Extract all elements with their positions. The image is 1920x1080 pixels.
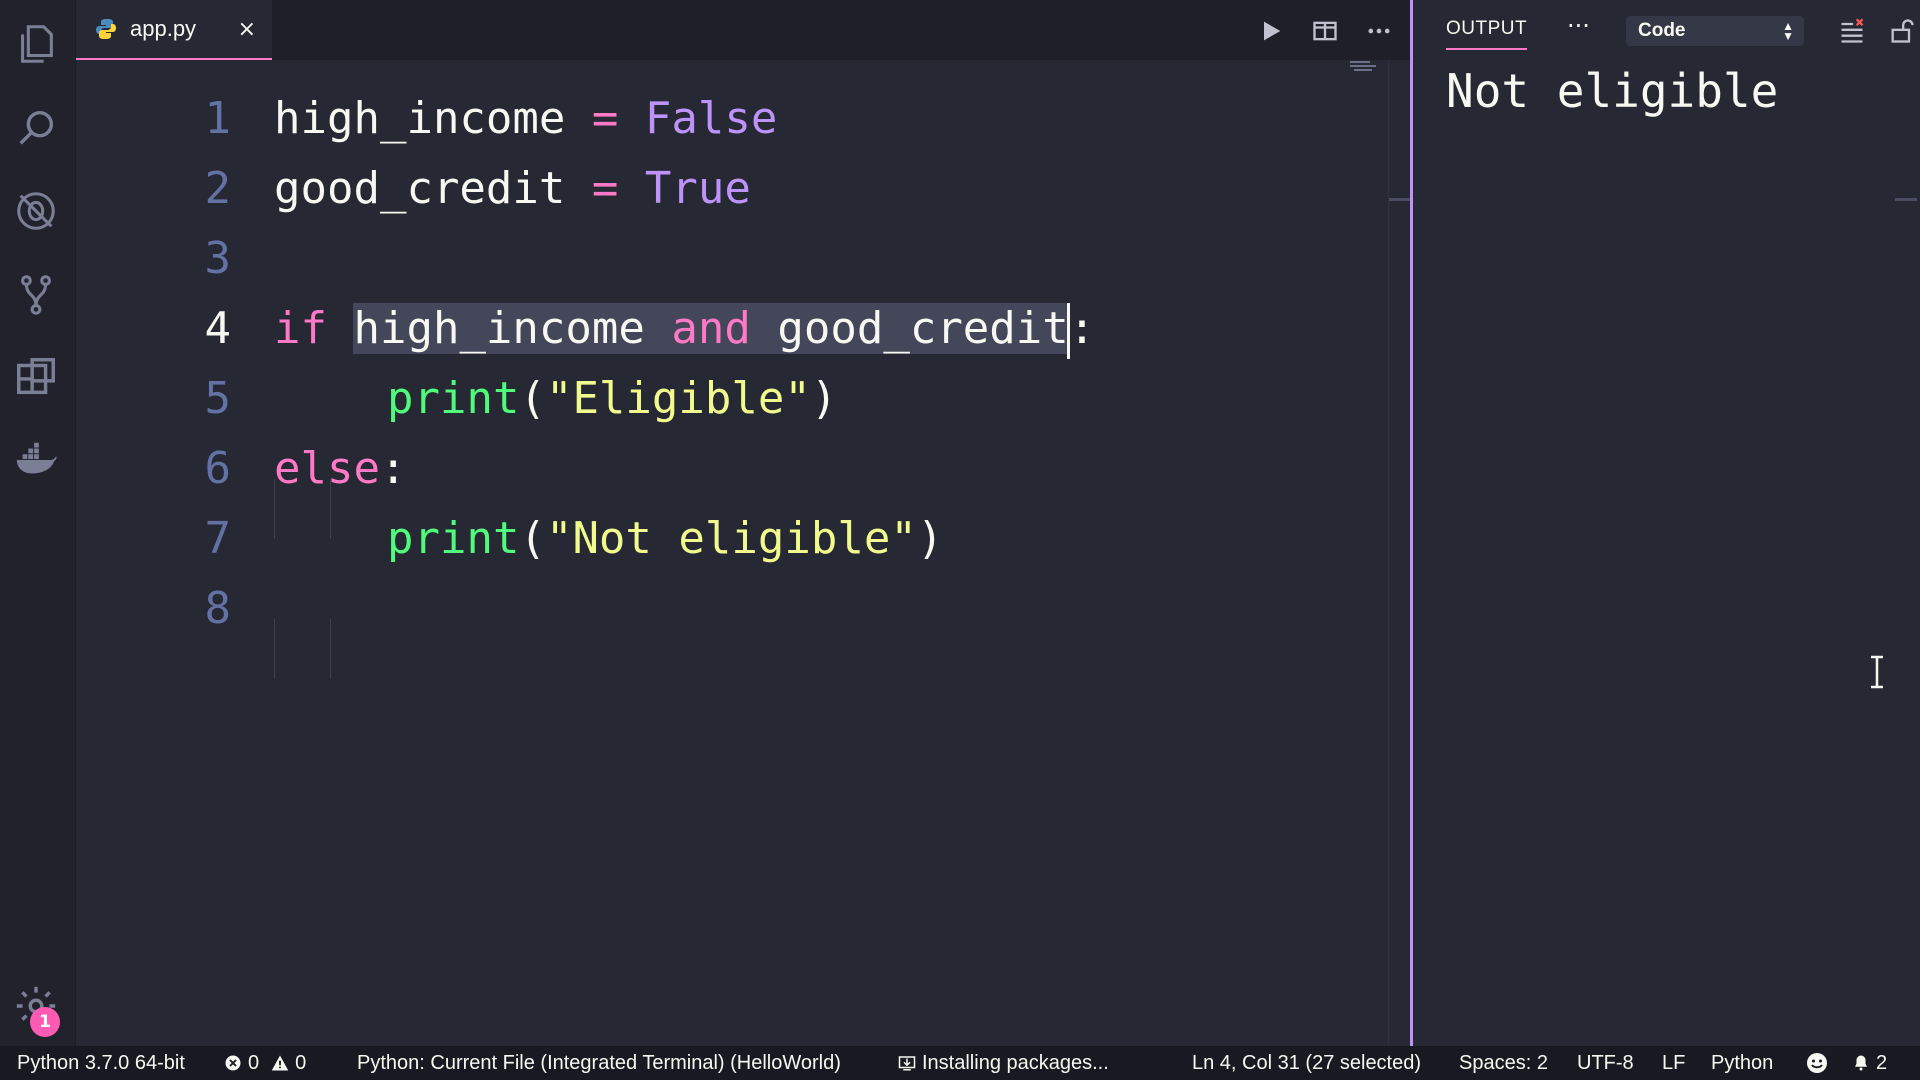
indent-guide [274, 479, 275, 539]
status-notifications[interactable]: 2 [1852, 1046, 1887, 1080]
source-control-icon[interactable] [10, 268, 62, 320]
line-number: 6 [204, 443, 232, 494]
line-number: 5 [204, 373, 232, 424]
line-number: 7 [204, 513, 232, 564]
feedback-smiley-icon[interactable] [1805, 1046, 1835, 1080]
line-number: 4 [204, 303, 232, 354]
activity-bar: 1 [0, 0, 76, 1046]
code-line-4: 4 if high_income and good_credit: [76, 294, 1376, 364]
line-number: 8 [204, 583, 232, 634]
panel-ruler-mark [1895, 198, 1917, 201]
code-editor[interactable]: 1 high_income = False 2 good_credit = Tr… [76, 60, 1410, 1046]
select-arrows-icon: ▲ ▼ [1782, 19, 1794, 43]
tab-label: app.py [130, 16, 197, 41]
output-channel-select[interactable]: Code ▲ ▼ [1626, 16, 1804, 46]
status-debug-config[interactable]: Python: Current File (Integrated Termina… [357, 1046, 841, 1080]
editor-tab-bar: app.py × [76, 0, 1410, 60]
error-icon [225, 1055, 241, 1071]
search-icon[interactable] [10, 102, 62, 154]
code-line-1: 1 high_income = False [76, 84, 1376, 154]
code-line-7: 7 print("Not eligible") [76, 504, 1376, 574]
status-indentation[interactable]: Spaces: 2 [1459, 1046, 1548, 1080]
code-line-6: 6 else: [76, 434, 1376, 504]
status-eol[interactable]: LF [1662, 1046, 1685, 1080]
code-line-2: 2 good_credit = True [76, 154, 1376, 224]
indent-guide [274, 619, 275, 679]
code-line-8: 8 [76, 574, 1376, 644]
text-selection: high_income and good_credit [353, 303, 1069, 354]
status-task[interactable]: Installing packages... [898, 1046, 1109, 1080]
indent-guide [330, 619, 331, 679]
ibeam-cursor-icon [1871, 655, 1883, 689]
output-text: Not eligible [1446, 64, 1779, 118]
status-cursor-position[interactable]: Ln 4, Col 31 (27 selected) [1192, 1046, 1421, 1080]
line-number: 2 [204, 163, 232, 214]
status-language[interactable]: Python [1711, 1046, 1773, 1080]
python-file-icon [96, 19, 116, 39]
panel-more-icon[interactable]: ··· [1567, 12, 1590, 40]
warning-icon [271, 1055, 289, 1071]
indent-guide [330, 479, 331, 539]
settings-badge: 1 [30, 1007, 60, 1037]
overview-ruler-mark [1389, 198, 1411, 201]
status-problems[interactable]: 0 0 [224, 1046, 306, 1080]
line-number: 1 [204, 93, 232, 144]
download-icon [898, 1056, 916, 1071]
split-editor-icon[interactable] [1308, 14, 1342, 48]
debug-icon[interactable] [10, 185, 62, 237]
more-actions-icon[interactable] [1362, 14, 1396, 48]
panel-header: OUTPUT ··· Code ▲ ▼ [1413, 0, 1920, 60]
docker-icon[interactable] [10, 434, 62, 486]
line-number: 3 [204, 233, 232, 284]
run-icon[interactable] [1254, 14, 1288, 48]
status-bar: Python 3.7.0 64-bit 0 0 Python: Current … [0, 1046, 1920, 1080]
status-encoding[interactable]: UTF-8 [1577, 1046, 1634, 1080]
tab-app-py[interactable]: app.py × [76, 0, 272, 60]
code-line-3: 3 [76, 224, 1376, 294]
minimap[interactable] [1350, 60, 1380, 74]
clear-output-icon[interactable] [1837, 16, 1867, 46]
overview-ruler [1388, 60, 1411, 1046]
lock-scroll-icon[interactable] [1887, 16, 1917, 46]
code-line-5: 5 print("Eligible") [76, 364, 1376, 434]
explorer-icon[interactable] [10, 18, 62, 70]
output-panel: OUTPUT ··· Code ▲ ▼ Not eligible [1410, 0, 1920, 1046]
close-tab-icon[interactable]: × [238, 17, 256, 42]
tab-output[interactable]: OUTPUT [1446, 18, 1528, 50]
extensions-icon[interactable] [10, 351, 62, 403]
status-interpreter[interactable]: Python 3.7.0 64-bit [17, 1046, 185, 1080]
bell-icon [1855, 1055, 1867, 1071]
